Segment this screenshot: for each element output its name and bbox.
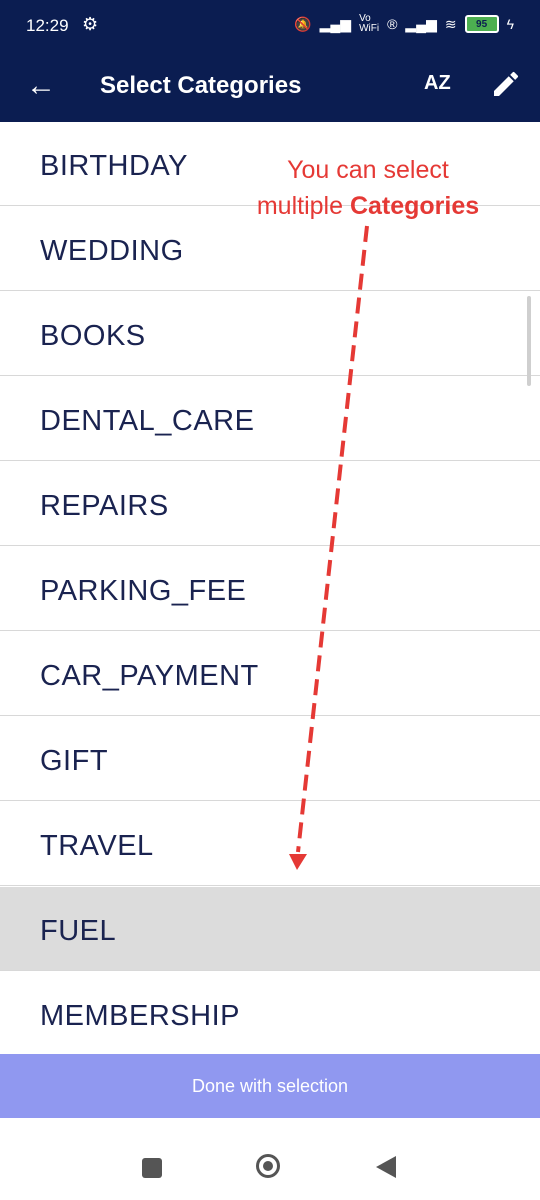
category-label: BIRTHDAY: [40, 150, 188, 182]
page-title: Select Categories: [100, 72, 302, 99]
done-with-selection-button[interactable]: Done with selection: [0, 1054, 540, 1118]
status-time: 12:29: [26, 16, 69, 35]
category-row-parking-fee[interactable]: PARKING_FEE: [0, 547, 540, 631]
home-icon[interactable]: [256, 1154, 280, 1178]
annotation-line-2-prefix: multiple: [256, 192, 350, 220]
category-label: MEMBERSHIP: [40, 1000, 240, 1032]
annotation-line-1: You can select: [287, 156, 449, 184]
app-toolbar: ← Select Categories AZ: [0, 54, 540, 122]
vowifi-icon: Vo WiFi: [359, 13, 380, 34]
category-row-car-payment[interactable]: CAR_PAYMENT: [0, 632, 540, 716]
charging-icon: ϟ: [506, 16, 514, 32]
category-label: FUEL: [40, 915, 117, 947]
category-label: PARKING_FEE: [40, 575, 247, 607]
back-arrow-icon[interactable]: ←: [26, 68, 56, 104]
category-row-fuel[interactable]: FUEL: [0, 887, 540, 971]
mute-icon: 🔕: [294, 15, 312, 32]
scrollbar-thumb[interactable]: [527, 296, 531, 386]
settings-gear-icon: ⚙: [82, 14, 99, 34]
wifi-icon: ≋: [444, 15, 457, 32]
signal-icon-2: ▂▄▆: [405, 15, 437, 32]
category-row-books[interactable]: BOOKS: [0, 292, 540, 376]
recents-icon[interactable]: [142, 1158, 162, 1178]
edit-pencil-icon[interactable]: [490, 68, 522, 100]
status-bar: 12:29 ⚙ 🔕 ▂▄▆ Vo WiFi ® ▂▄▆ ≋ 95 ϟ: [0, 0, 540, 54]
nav-back-icon[interactable]: [376, 1156, 396, 1178]
category-row-dental-care[interactable]: DENTAL_CARE: [0, 377, 540, 461]
battery-indicator: 95: [464, 15, 499, 33]
category-label: BOOKS: [40, 320, 146, 352]
category-label: CAR_PAYMENT: [40, 660, 259, 692]
category-label: REPAIRS: [40, 490, 169, 522]
category-label: TRAVEL: [40, 830, 154, 862]
category-row-gift[interactable]: GIFT: [0, 717, 540, 801]
annotation-line-2: multiple Categories: [236, 188, 500, 224]
category-row-travel[interactable]: TRAVEL: [0, 802, 540, 886]
registered-icon: ®: [387, 16, 398, 32]
annotation-line-2-bold: Categories: [349, 192, 480, 220]
signal-icon: ▂▄▆: [319, 15, 352, 32]
category-label: DENTAL_CARE: [40, 405, 255, 437]
status-icons: 🔕 ▂▄▆ Vo WiFi ® ▂▄▆ ≋ 95 ϟ: [294, 14, 514, 34]
annotation-text: You can select multiple Categories: [236, 152, 500, 224]
category-label: GIFT: [40, 745, 109, 777]
category-label: WEDDING: [40, 235, 184, 267]
category-list[interactable]: BIRTHDAY WEDDING BOOKS DENTAL_CARE REPAI…: [0, 122, 540, 1054]
sort-az-icon[interactable]: AZ: [424, 72, 451, 95]
category-row-membership[interactable]: MEMBERSHIP: [0, 972, 540, 1054]
category-row-repairs[interactable]: REPAIRS: [0, 462, 540, 546]
